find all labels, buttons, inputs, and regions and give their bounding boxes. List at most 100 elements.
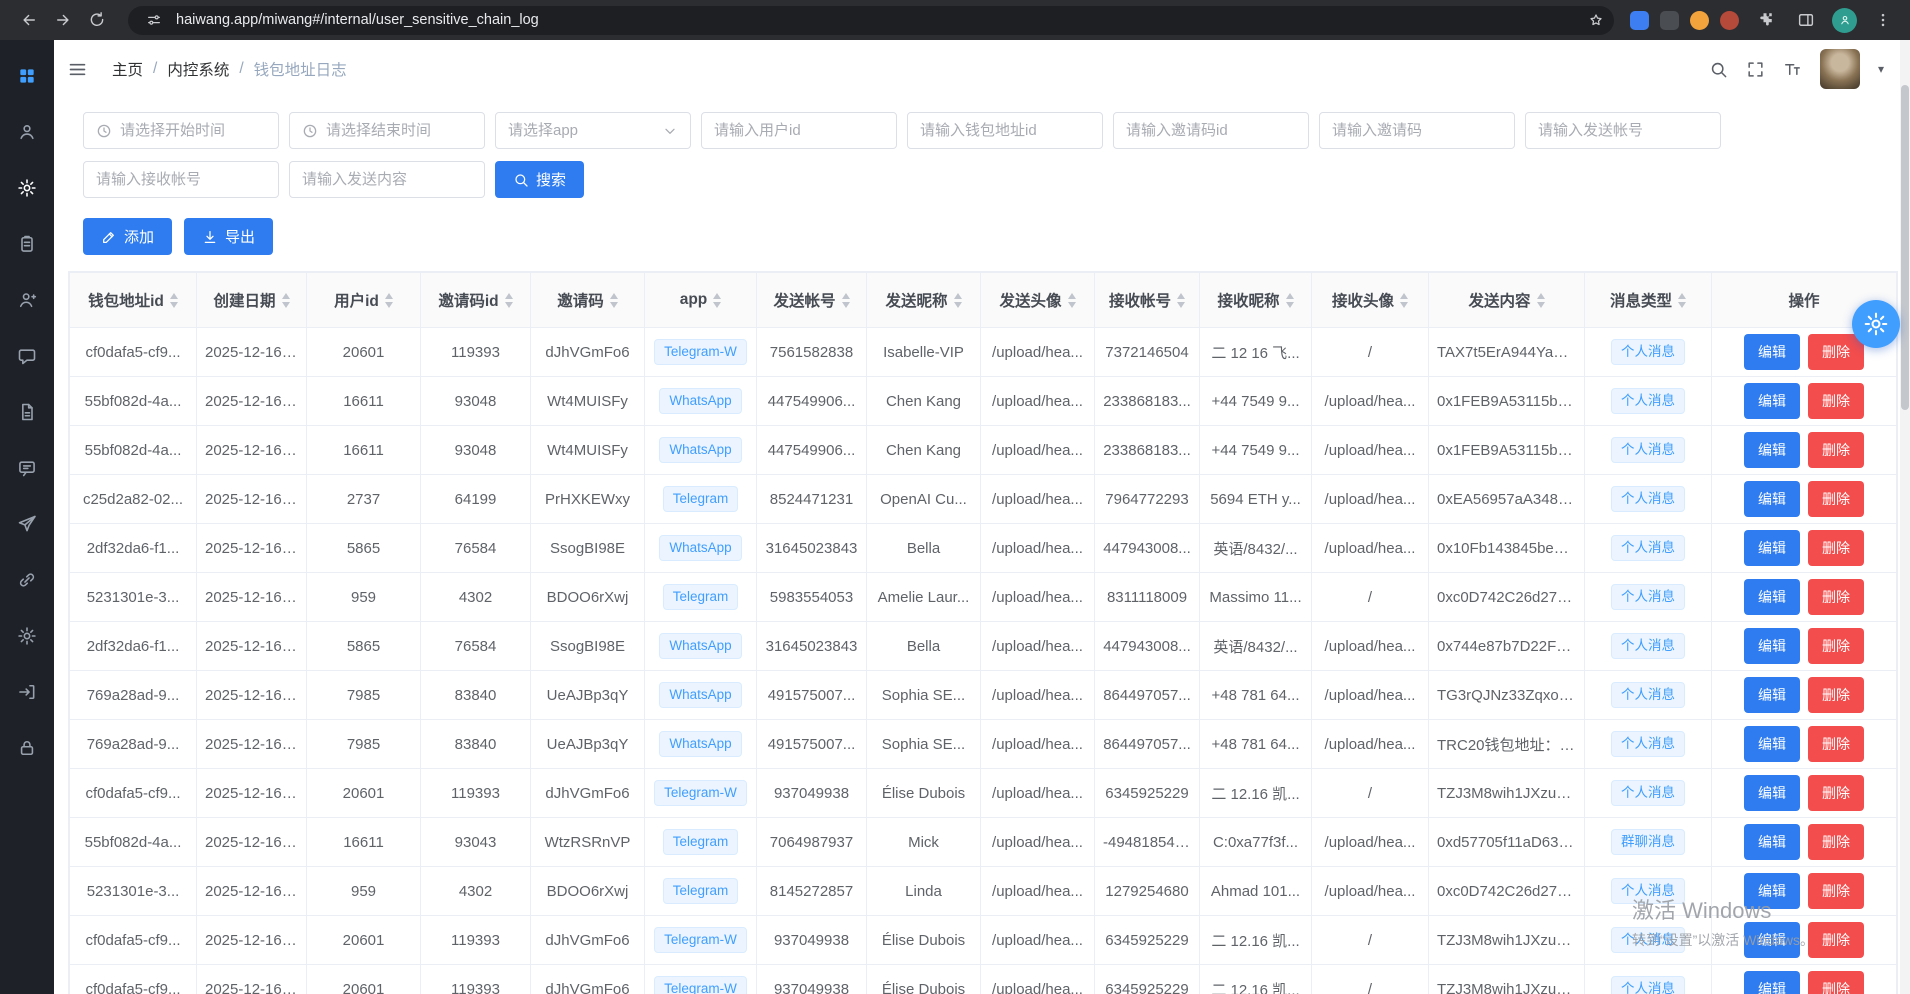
extension-icon-1[interactable] [1630, 11, 1649, 30]
column-header-content[interactable]: 发送内容 [1429, 273, 1585, 328]
sort-carets-icon[interactable] [1068, 293, 1076, 308]
invite-code-input[interactable] [1319, 112, 1515, 149]
wallet-address-id-input-field[interactable] [920, 122, 1090, 139]
delete-button[interactable]: 删除 [1808, 726, 1864, 762]
sort-carets-icon[interactable] [713, 293, 721, 308]
edit-button[interactable]: 编辑 [1744, 726, 1800, 762]
start-time-input[interactable] [83, 112, 279, 149]
delete-button[interactable]: 删除 [1808, 334, 1864, 370]
send-content-input-field[interactable] [302, 171, 472, 188]
browser-profile-avatar[interactable] [1832, 8, 1857, 33]
end-time-input-field[interactable] [326, 122, 472, 139]
column-header-invite_id[interactable]: 邀请码id [421, 273, 531, 328]
user-id-input[interactable] [701, 112, 897, 149]
column-header-wallet_id[interactable]: 钱包地址id [70, 273, 197, 328]
edit-button[interactable]: 编辑 [1744, 334, 1800, 370]
sidebar-item-send[interactable] [0, 496, 54, 552]
back-button[interactable] [14, 5, 44, 35]
sort-carets-icon[interactable] [282, 293, 290, 308]
delete-button[interactable]: 删除 [1808, 628, 1864, 664]
end-time-input[interactable] [289, 112, 485, 149]
sidebar-item-chat[interactable] [0, 328, 54, 384]
app-select-field[interactable] [508, 122, 654, 139]
edit-button[interactable]: 编辑 [1744, 481, 1800, 517]
sidebar-collapse-button[interactable] [67, 59, 88, 80]
sidebar-item-members[interactable] [0, 272, 54, 328]
send-account-input[interactable] [1525, 112, 1721, 149]
sidebar-item-messages[interactable] [0, 440, 54, 496]
page-scrollbar[interactable] [1900, 40, 1910, 994]
sort-carets-icon[interactable] [1286, 293, 1294, 308]
column-header-app[interactable]: app [645, 273, 757, 328]
column-header-msg_type[interactable]: 消息类型 [1585, 273, 1712, 328]
sidebar-item-links[interactable] [0, 552, 54, 608]
column-header-send_account[interactable]: 发送帐号 [757, 273, 867, 328]
column-header-created[interactable]: 创建日期 [197, 273, 307, 328]
edit-button[interactable]: 编辑 [1744, 824, 1800, 860]
sidebar-item-internal-control[interactable] [0, 160, 54, 216]
column-header-user_id[interactable]: 用户id [307, 273, 421, 328]
delete-button[interactable]: 删除 [1808, 922, 1864, 958]
edit-button[interactable]: 编辑 [1744, 579, 1800, 615]
sidebar-item-security[interactable] [0, 720, 54, 776]
breadcrumb-item[interactable]: 主页 [112, 58, 143, 80]
floating-settings-button[interactable] [1852, 300, 1900, 348]
site-settings-icon[interactable] [142, 8, 166, 32]
sidebar-item-dashboard[interactable] [0, 48, 54, 104]
avatar-dropdown-caret[interactable]: ▾ [1878, 62, 1884, 76]
column-header-send_nick[interactable]: 发送昵称 [867, 273, 981, 328]
column-header-recv_avatar[interactable]: 接收头像 [1312, 273, 1429, 328]
sort-carets-icon[interactable] [610, 293, 618, 308]
delete-button[interactable]: 删除 [1808, 873, 1864, 909]
sidebar-item-users[interactable] [0, 104, 54, 160]
edit-button[interactable]: 编辑 [1744, 922, 1800, 958]
app-select[interactable] [495, 112, 691, 149]
edit-button[interactable]: 编辑 [1744, 775, 1800, 811]
add-button[interactable]: 添加 [83, 218, 172, 255]
edit-button[interactable]: 编辑 [1744, 677, 1800, 713]
browser-menu-icon[interactable] [1868, 5, 1898, 35]
sort-carets-icon[interactable] [170, 293, 178, 308]
extension-icon-3[interactable] [1690, 11, 1709, 30]
sort-carets-icon[interactable] [385, 293, 393, 308]
extension-icon-2[interactable] [1660, 11, 1679, 30]
invite-code-id-input-field[interactable] [1126, 122, 1296, 139]
delete-button[interactable]: 删除 [1808, 677, 1864, 713]
receive-account-input-field[interactable] [96, 171, 266, 188]
edit-button[interactable]: 编辑 [1744, 530, 1800, 566]
delete-button[interactable]: 删除 [1808, 579, 1864, 615]
user-avatar[interactable] [1820, 49, 1860, 89]
fullscreen-icon[interactable] [1746, 60, 1765, 79]
column-header-recv_nick[interactable]: 接收昵称 [1200, 273, 1312, 328]
breadcrumb-item[interactable]: 内控系统 [167, 58, 229, 80]
sort-carets-icon[interactable] [1177, 293, 1185, 308]
start-time-input-field[interactable] [120, 122, 266, 139]
edit-button[interactable]: 编辑 [1744, 432, 1800, 468]
delete-button[interactable]: 删除 [1808, 971, 1864, 994]
send-content-input[interactable] [289, 161, 485, 198]
send-account-input-field[interactable] [1538, 122, 1708, 139]
side-panel-icon[interactable] [1791, 5, 1821, 35]
delete-button[interactable]: 删除 [1808, 432, 1864, 468]
delete-button[interactable]: 删除 [1808, 775, 1864, 811]
user-id-input-field[interactable] [714, 122, 884, 139]
edit-button[interactable]: 编辑 [1744, 873, 1800, 909]
sort-carets-icon[interactable] [842, 293, 850, 308]
edit-button[interactable]: 编辑 [1744, 971, 1800, 994]
delete-button[interactable]: 删除 [1808, 481, 1864, 517]
edit-button[interactable]: 编辑 [1744, 628, 1800, 664]
address-bar[interactable]: haiwang.app/miwang#/internal/user_sensit… [128, 6, 1614, 35]
sort-carets-icon[interactable] [1400, 293, 1408, 308]
bookmark-star-icon[interactable] [1584, 8, 1608, 32]
invite-code-id-input[interactable] [1113, 112, 1309, 149]
invite-code-input-field[interactable] [1332, 122, 1502, 139]
sidebar-item-tasks[interactable] [0, 216, 54, 272]
sidebar-item-export[interactable] [0, 664, 54, 720]
column-header-invite_code[interactable]: 邀请码 [531, 273, 645, 328]
edit-button[interactable]: 编辑 [1744, 383, 1800, 419]
delete-button[interactable]: 删除 [1808, 824, 1864, 860]
forward-button[interactable] [48, 5, 78, 35]
reload-button[interactable] [82, 5, 112, 35]
extension-icon-4[interactable] [1720, 11, 1739, 30]
sort-carets-icon[interactable] [505, 293, 513, 308]
